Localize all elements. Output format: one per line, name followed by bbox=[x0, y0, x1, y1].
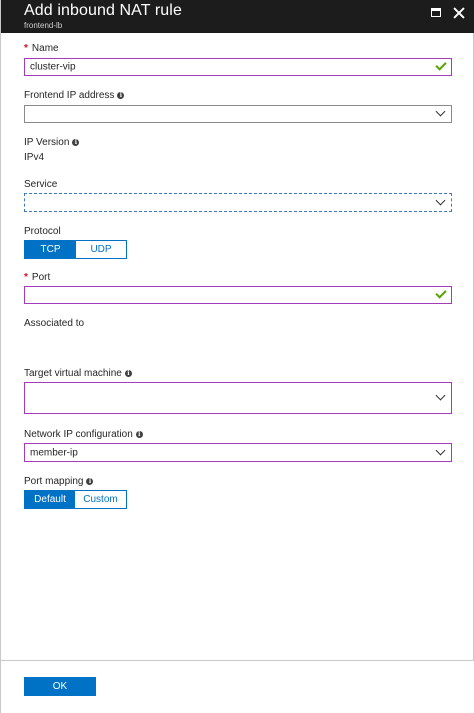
network-ip-config-value: member-ip bbox=[30, 447, 78, 458]
name-input[interactable]: cluster-vip bbox=[24, 58, 452, 76]
name-label: * Name bbox=[24, 43, 59, 54]
nat-rule-blade: Add inbound NAT rule frontend-lb * Name c… bbox=[0, 0, 474, 713]
maximize-icon[interactable] bbox=[429, 6, 443, 20]
ip-version-value: IPv4 bbox=[24, 152, 45, 163]
close-icon[interactable] bbox=[452, 6, 466, 20]
required-marker: * bbox=[24, 43, 28, 54]
chevron-down-icon bbox=[435, 106, 446, 117]
ok-button[interactable]: OK bbox=[24, 677, 96, 696]
name-input-value: cluster-vip bbox=[30, 61, 76, 73]
port-mapping-option-default[interactable]: Default bbox=[25, 491, 75, 508]
port-mapping-label: Port mapping i bbox=[24, 476, 94, 488]
service-dropdown[interactable] bbox=[24, 193, 452, 212]
port-mapping-option-custom[interactable]: Custom bbox=[75, 491, 126, 508]
blade-footer: OK bbox=[1, 660, 474, 713]
protocol-option-tcp[interactable]: TCP bbox=[25, 241, 76, 258]
chevron-down-icon bbox=[435, 195, 446, 205]
port-label: * Port bbox=[24, 272, 51, 283]
target-vm-label: Target virtual machine i bbox=[24, 368, 132, 380]
blade-title: Add inbound NAT rule bbox=[24, 2, 182, 19]
info-icon[interactable]: i bbox=[117, 92, 125, 99]
info-icon[interactable]: i bbox=[86, 478, 94, 485]
check-icon bbox=[435, 287, 447, 299]
info-icon[interactable]: i bbox=[135, 431, 143, 438]
target-vm-dropdown[interactable] bbox=[24, 382, 452, 414]
chevron-down-icon bbox=[435, 445, 446, 455]
frontend-ip-label: Frontend IP address i bbox=[24, 90, 125, 102]
info-icon[interactable]: i bbox=[124, 370, 132, 377]
ip-version-label: IP Version i bbox=[24, 137, 80, 149]
protocol-option-udp[interactable]: UDP bbox=[76, 241, 126, 258]
port-mapping-toggle: Default Custom bbox=[24, 490, 127, 509]
port-input[interactable] bbox=[24, 286, 452, 304]
info-icon[interactable]: i bbox=[72, 139, 80, 146]
network-ip-config-label: Network IP configuration i bbox=[24, 429, 143, 441]
check-icon bbox=[435, 59, 447, 71]
network-ip-config-dropdown[interactable]: member-ip bbox=[24, 443, 452, 462]
protocol-toggle: TCP UDP bbox=[24, 240, 127, 259]
associated-to-label: Associated to bbox=[24, 318, 85, 329]
chevron-down-icon bbox=[435, 390, 446, 401]
required-marker: * bbox=[24, 272, 28, 283]
frontend-ip-dropdown[interactable] bbox=[24, 105, 452, 123]
blade-header: Add inbound NAT rule frontend-lb bbox=[1, 0, 474, 33]
protocol-label: Protocol bbox=[24, 226, 61, 237]
blade-subtitle: frontend-lb bbox=[24, 21, 63, 30]
service-label: Service bbox=[24, 179, 58, 190]
